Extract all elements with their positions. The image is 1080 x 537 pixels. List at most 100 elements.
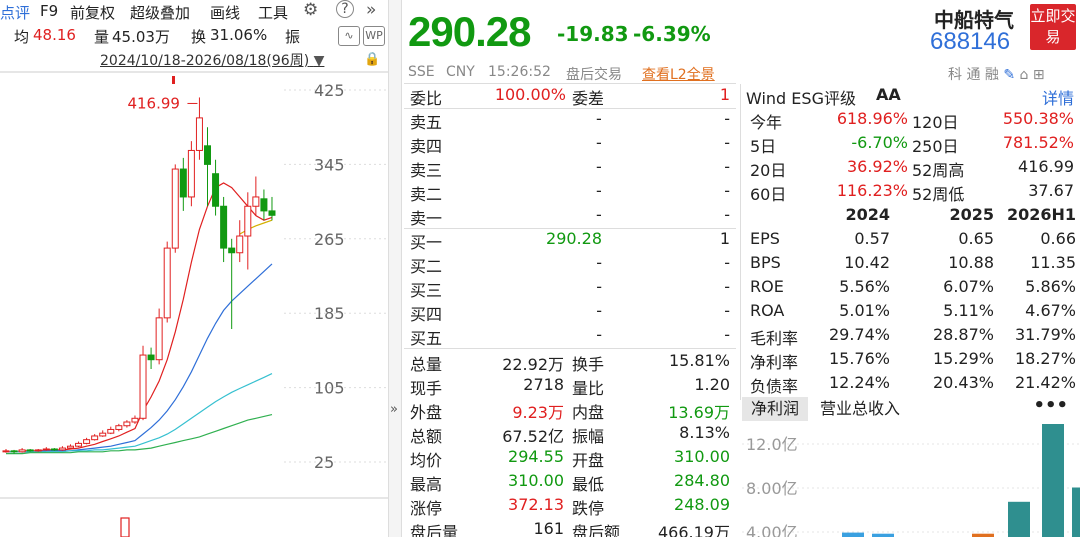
- candle-body: [50, 448, 58, 451]
- panel-divider[interactable]: [388, 0, 402, 537]
- metric-value: 0.66: [1040, 229, 1076, 248]
- more-icon[interactable]: •••: [1033, 395, 1068, 416]
- exchange: SSE: [408, 64, 435, 80]
- metric-value: 28.87%: [932, 325, 994, 344]
- avg-label: 均: [14, 28, 30, 46]
- tab-revenue[interactable]: 营业总收入: [820, 397, 900, 421]
- bid-level-label: 买一: [410, 233, 443, 252]
- metric-value: 0.57: [854, 229, 890, 248]
- performance-row: 5日 -6.70% 250日 781.52%: [746, 132, 1080, 156]
- stat-label: 开盘: [572, 451, 605, 470]
- toolbar-tools[interactable]: 工具: [258, 2, 288, 23]
- stat-label: 内盘: [572, 403, 605, 422]
- performance-row: 60日 116.23% 52周低 37.67: [746, 180, 1080, 204]
- bid-volume: 1: [719, 229, 730, 248]
- gear-icon[interactable]: ⚙: [303, 0, 318, 20]
- stat-label: 现手: [410, 379, 443, 398]
- y-tick-label: 8.00亿: [746, 479, 798, 498]
- metric-label: EPS: [750, 229, 780, 248]
- financial-header-row: 2024 2025 2026H1: [746, 204, 1080, 228]
- edit-icon[interactable]: ✎: [1003, 67, 1015, 83]
- bid-volume: -: [724, 301, 730, 320]
- quote-stat-row: 现手 2718 量比 1.20: [404, 374, 736, 398]
- turnover-label: 换: [191, 28, 207, 46]
- quote-stat-row: 盘后量 161 盘后额 466.19万: [404, 518, 736, 537]
- stat-value: 15.81%: [668, 351, 730, 370]
- period-label: 120日: [912, 113, 959, 132]
- candle-body: [268, 210, 276, 216]
- ask-price: -: [596, 205, 602, 224]
- volume-bar: [120, 517, 130, 537]
- l2-panorama-link[interactable]: 查看L2全景: [642, 64, 715, 84]
- profit-bar: [1042, 424, 1064, 537]
- avg-value: 48.16: [33, 26, 76, 44]
- ask-volume: -: [724, 181, 730, 200]
- diff-label: 委差: [572, 89, 605, 108]
- date-range[interactable]: 2024/10/18-2026/08/18(96周) ▼: [100, 50, 324, 70]
- candle-body: [123, 421, 131, 427]
- double-chevron-right-icon[interactable]: »: [366, 0, 376, 20]
- moving-average-line: [6, 373, 273, 453]
- tab-net-profit[interactable]: 净利润: [742, 397, 808, 421]
- metric-value: 5.56%: [839, 277, 890, 296]
- kline-panel: 点评 F9 前复权 超级叠加 画线 工具 ⚙ ? » 均 48.16 量 45.…: [0, 0, 388, 537]
- candle-body: [42, 448, 50, 451]
- period-label: 52周高: [912, 161, 965, 180]
- lock-icon[interactable]: 🔒: [364, 52, 380, 67]
- plus-icon[interactable]: ⊞: [1033, 67, 1045, 83]
- toolbar-comment[interactable]: 点评: [0, 2, 30, 23]
- expand-arrow-icon[interactable]: »: [390, 402, 398, 417]
- bid-level-label: 买四: [410, 305, 443, 324]
- metric-value: 0.65: [958, 229, 994, 248]
- stat-value: 294.55: [508, 447, 564, 466]
- stat-value: 310.00: [508, 471, 564, 490]
- period-return: 37.67: [1028, 181, 1074, 200]
- y-tick-label: 105: [314, 379, 345, 398]
- candle-body: [83, 439, 91, 444]
- bid-price: -: [596, 325, 602, 344]
- stat-value: 466.19万: [658, 523, 730, 537]
- toolbar-overlay[interactable]: 超级叠加: [130, 2, 190, 23]
- bid-level-label: 买二: [410, 257, 443, 276]
- ask-level-label: 卖四: [410, 137, 443, 156]
- stat-label: 盘后额: [572, 523, 621, 537]
- stat-value: 22.92万: [502, 355, 564, 374]
- question-icon[interactable]: ?: [336, 0, 354, 18]
- kline-chart[interactable]: 425 345 265 185 105 25 416.99: [0, 70, 388, 537]
- bid-price: -: [596, 277, 602, 296]
- esg-detail-link[interactable]: 详情: [1042, 85, 1074, 109]
- stat-label: 总量: [410, 355, 443, 374]
- quote-stat-row: 总量 22.92万 换手 15.81%: [404, 350, 736, 374]
- candle-body: [18, 449, 26, 453]
- bid-row: 买五 - -: [404, 324, 736, 348]
- profit-bar: [1072, 487, 1080, 537]
- trade-now-button[interactable]: 立即交易: [1030, 4, 1076, 50]
- bid-volume: -: [724, 325, 730, 344]
- period-return: 550.38%: [1002, 109, 1074, 128]
- metric-value: 12.24%: [828, 373, 890, 392]
- stat-value: 310.00: [674, 447, 730, 466]
- metric-value: 4.67%: [1025, 301, 1076, 320]
- pulse-icon[interactable]: ∿: [338, 26, 360, 46]
- candle-body: [171, 168, 179, 249]
- y-tick-label: 265: [314, 230, 345, 249]
- stat-label: 均价: [410, 451, 443, 470]
- bid-price: 290.28: [546, 229, 602, 248]
- bid-row: 买一 290.28 1: [404, 228, 736, 252]
- last-price: 290.28: [408, 8, 531, 55]
- wp-icon[interactable]: WP: [363, 26, 385, 46]
- toolbar-draw[interactable]: 画线: [210, 2, 240, 23]
- bid-row: 买四 - -: [404, 300, 736, 324]
- toolbar-adjust[interactable]: 前复权: [70, 2, 115, 23]
- stat-label: 最高: [410, 475, 443, 494]
- home-icon[interactable]: ⌂: [1020, 67, 1029, 83]
- esg-rating: AA: [876, 85, 901, 104]
- period-return: 116.23%: [836, 181, 908, 200]
- candle-body: [204, 145, 211, 165]
- toolbar-f9[interactable]: F9: [40, 2, 58, 20]
- period-return: 781.52%: [1002, 133, 1074, 152]
- stat-label: 跌停: [572, 499, 605, 518]
- candle-body: [244, 205, 252, 237]
- stat-value: 13.69万: [668, 403, 730, 422]
- candle-body: [131, 417, 139, 423]
